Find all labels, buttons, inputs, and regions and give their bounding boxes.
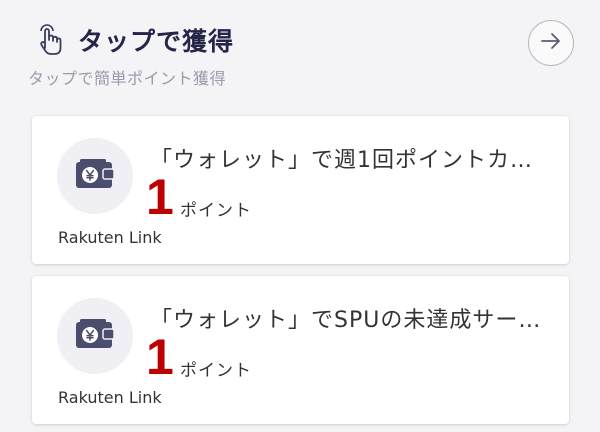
mission-card[interactable]: Rakuten Link 「ウォレット」でSPUの未達成サー… 1 ポイント xyxy=(32,276,569,424)
mission-title: 「ウォレット」でSPUの未達成サー… xyxy=(150,308,542,333)
hand-pointer-icon xyxy=(36,22,64,56)
points-unit: ポイント xyxy=(180,361,252,381)
section-header: タップで獲得 タップで簡単ポイント獲得 xyxy=(0,0,600,110)
section-subtitle: タップで簡単ポイント獲得 xyxy=(28,69,227,88)
arrow-right-icon xyxy=(540,30,562,56)
app-icon-container xyxy=(57,298,133,374)
section-title: タップで獲得 xyxy=(78,27,235,56)
mission-title: 「ウォレット」で週1回ポイントカ… xyxy=(150,148,533,173)
points-unit: ポイント xyxy=(180,201,252,221)
app-name: Rakuten Link xyxy=(58,228,162,247)
wallet-yen-icon xyxy=(74,157,116,195)
app-name: Rakuten Link xyxy=(58,388,162,407)
points-value: 1 xyxy=(146,169,174,225)
points-value: 1 xyxy=(146,329,174,385)
see-more-button[interactable] xyxy=(528,20,574,66)
mission-card[interactable]: Rakuten Link 「ウォレット」で週1回ポイントカ… 1 ポイント xyxy=(32,116,569,264)
app-icon-container xyxy=(57,138,133,214)
wallet-yen-icon xyxy=(74,317,116,355)
